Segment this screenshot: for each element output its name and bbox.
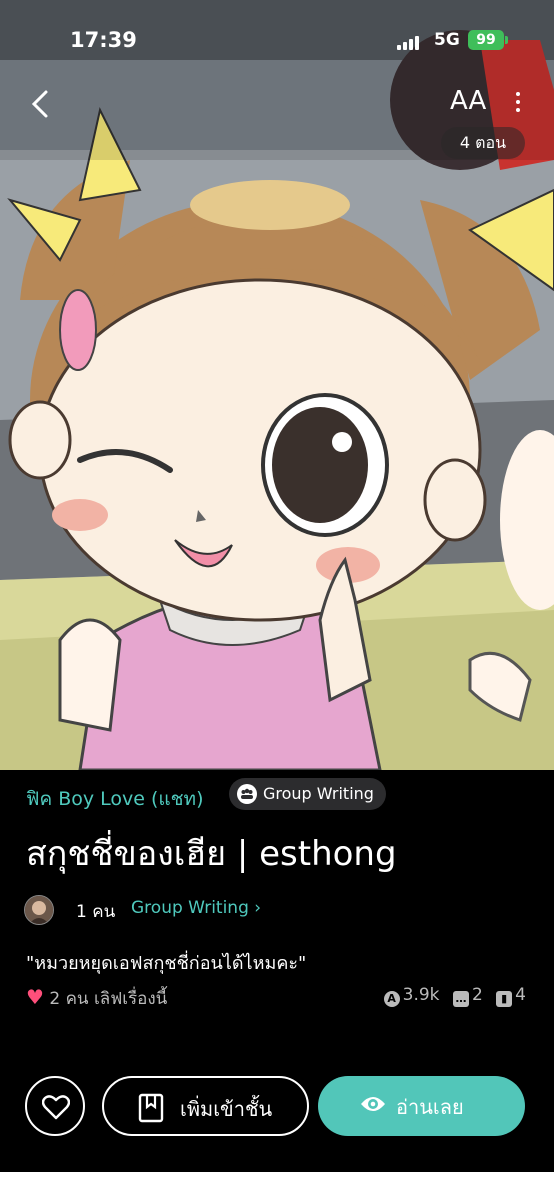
bookmark-icon bbox=[138, 1093, 164, 1123]
views-stat: A 3.9k bbox=[383, 985, 440, 1007]
network-type: 5G bbox=[434, 30, 460, 50]
views-count: 3.9k bbox=[402, 985, 440, 1005]
group-icon bbox=[237, 784, 257, 804]
read-now-button[interactable]: อ่านเลย bbox=[318, 1076, 525, 1136]
views-icon: A bbox=[383, 991, 400, 1007]
writer-count: 1 คน bbox=[76, 902, 116, 922]
add-to-shelf-button[interactable]: เพิ่มเข้าชั้น bbox=[102, 1076, 309, 1136]
book-icon: ▮ bbox=[496, 991, 513, 1007]
comments-stat: … 2 bbox=[452, 985, 483, 1007]
chapter-count-badge[interactable]: 4 ตอน bbox=[441, 127, 525, 159]
font-size-button[interactable]: AA bbox=[450, 86, 486, 116]
add-to-shelf-label: เพิ่มเข้าชั้น bbox=[180, 1097, 273, 1121]
heart-icon: ♥ bbox=[26, 985, 44, 1009]
eye-icon bbox=[361, 1097, 385, 1111]
group-writing-label: Group Writing bbox=[263, 784, 374, 803]
bottom-panel-edge bbox=[0, 1172, 554, 1200]
likes-summary: ♥ 2 คน เลิฟเรื่องนี้ bbox=[26, 985, 167, 1012]
chapters-stat: ▮ 4 bbox=[496, 985, 526, 1007]
back-button[interactable] bbox=[26, 86, 56, 122]
comments-count: 2 bbox=[471, 985, 483, 1005]
chapters-count: 4 bbox=[515, 985, 526, 1005]
comment-icon: … bbox=[452, 991, 469, 1007]
battery-level: 99 bbox=[476, 32, 496, 48]
group-writing-link[interactable]: Group Writing › bbox=[131, 898, 261, 918]
status-time: 17:39 bbox=[70, 28, 137, 52]
avatar-image bbox=[25, 896, 53, 924]
story-stats: A 3.9k … 2 ▮ 4 bbox=[376, 985, 526, 1007]
story-tagline: "หมวยหยุดเอฟสกุชชี่ก่อนได้ไหมคะ" bbox=[26, 953, 307, 974]
more-options-button[interactable] bbox=[508, 88, 528, 122]
group-writing-chip: Group Writing bbox=[229, 778, 386, 810]
favorite-button[interactable] bbox=[25, 1076, 85, 1136]
signal-icon bbox=[397, 36, 421, 50]
battery-icon: 99 bbox=[468, 30, 508, 50]
writer-avatar[interactable] bbox=[24, 895, 54, 925]
read-now-label: อ่านเลย bbox=[396, 1095, 464, 1119]
story-title: สกุชชี่ของเฮีย | esthong bbox=[26, 834, 397, 874]
chevron-left-icon bbox=[31, 90, 48, 118]
story-genre[interactable]: ฟิค Boy Love (แชท) bbox=[26, 784, 204, 814]
likes-text: 2 คน เลิฟเรื่องนี้ bbox=[49, 989, 168, 1009]
heart-outline-icon bbox=[42, 1095, 70, 1120]
status-bar: 17:39 5G 99 bbox=[0, 0, 554, 80]
font-size-label: AA bbox=[450, 86, 487, 116]
